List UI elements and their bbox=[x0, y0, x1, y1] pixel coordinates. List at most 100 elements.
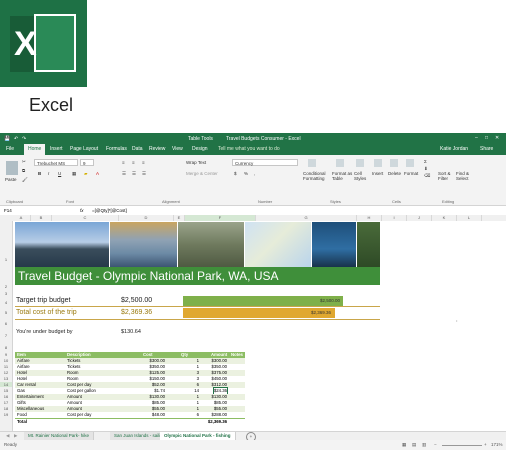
cell-description[interactable]: Tickets bbox=[67, 364, 80, 370]
cell-amount[interactable]: $55.00 bbox=[214, 406, 227, 412]
format-painter-icon[interactable]: 🖌 bbox=[22, 177, 28, 183]
align-top-icon[interactable]: ≡ bbox=[122, 160, 125, 165]
format-cells-button[interactable]: Format bbox=[404, 171, 418, 176]
cell-cost[interactable]: $130.00 bbox=[149, 394, 165, 400]
cell-item[interactable]: Miscellaneous bbox=[17, 406, 44, 412]
prev-sheet-icon[interactable]: ◀ bbox=[6, 433, 9, 439]
sheet-tab-rainier[interactable]: Mt. Rainier National Park- hike bbox=[24, 432, 95, 440]
cell-item[interactable]: Airfare bbox=[17, 364, 30, 370]
format-cells-icon[interactable] bbox=[406, 159, 414, 167]
cell-amount[interactable]: $85.00 bbox=[214, 400, 227, 406]
tab-data[interactable]: Data bbox=[132, 146, 143, 152]
save-icon[interactable]: 💾 bbox=[4, 136, 10, 142]
tab-review[interactable]: Review bbox=[149, 146, 165, 152]
cell-cost[interactable]: $350.00 bbox=[149, 364, 165, 370]
cell-qty[interactable]: 1 bbox=[197, 406, 199, 412]
cell-description[interactable]: Amount bbox=[67, 406, 82, 412]
cell-qty[interactable]: 3 bbox=[197, 376, 199, 382]
font-size-box[interactable]: 9 bbox=[80, 159, 94, 166]
row-header[interactable]: 6 bbox=[0, 321, 12, 326]
cell-item[interactable]: Entertainment bbox=[17, 394, 44, 400]
cell-qty[interactable]: 6 bbox=[197, 412, 199, 418]
cell-amount[interactable]: $130.00 bbox=[211, 394, 227, 400]
wrap-text-button[interactable]: Wrap Text bbox=[186, 160, 206, 165]
autosum-icon[interactable]: Σ bbox=[424, 159, 427, 164]
cell-qty[interactable]: 14 bbox=[194, 388, 199, 394]
cell-cost[interactable]: $150.00 bbox=[149, 376, 165, 382]
tab-page-layout[interactable]: Page Layout bbox=[70, 146, 98, 152]
cell-description[interactable]: Cost per day bbox=[67, 412, 91, 418]
align-right-icon[interactable]: ☰ bbox=[142, 171, 146, 177]
cell-qty[interactable]: 3 bbox=[197, 370, 199, 376]
maximize-icon[interactable]: □ bbox=[485, 135, 488, 141]
header-qty[interactable]: Qty bbox=[181, 352, 188, 358]
page-break-view-icon[interactable]: ▥ bbox=[422, 442, 426, 448]
percent-icon[interactable]: % bbox=[244, 171, 248, 176]
delete-cells-icon[interactable] bbox=[390, 159, 398, 167]
format-as-table-icon[interactable] bbox=[336, 159, 344, 167]
normal-view-icon[interactable]: ▦ bbox=[402, 442, 406, 448]
row-header[interactable]: 18 bbox=[0, 406, 12, 411]
cell-description[interactable]: Cost per gallon bbox=[67, 388, 96, 394]
copy-icon[interactable]: ⧉ bbox=[22, 168, 25, 173]
row-header[interactable]: 15 bbox=[0, 388, 12, 393]
row-header[interactable]: 17 bbox=[0, 400, 12, 405]
zoom-in-icon[interactable]: + bbox=[484, 442, 487, 447]
row-header[interactable]: 4 bbox=[0, 300, 12, 305]
cell-description[interactable]: Cost per day bbox=[67, 382, 91, 388]
cell-amount[interactable]: $350.00 bbox=[211, 364, 227, 370]
cell-amount[interactable]: $375.00 bbox=[211, 370, 227, 376]
insert-cells-button[interactable]: Insert bbox=[372, 171, 383, 176]
row-header[interactable]: 9 bbox=[0, 352, 12, 357]
tab-design[interactable]: Design bbox=[192, 146, 208, 152]
cell-qty[interactable]: 6 bbox=[197, 382, 199, 388]
cell-description[interactable]: Amount bbox=[67, 394, 82, 400]
number-format-box[interactable]: Currency bbox=[232, 159, 298, 166]
header-notes[interactable]: Notes bbox=[231, 352, 243, 358]
underline-icon[interactable]: U bbox=[58, 171, 61, 176]
cell-item[interactable]: Gas bbox=[17, 388, 25, 394]
cell-qty[interactable]: 1 bbox=[197, 358, 199, 364]
cell-item[interactable]: Car rental bbox=[17, 382, 36, 388]
merge-center-button[interactable]: Merge & Center bbox=[186, 171, 218, 176]
row-header[interactable]: 16 bbox=[0, 394, 12, 399]
cell-qty[interactable]: 1 bbox=[197, 394, 199, 400]
row-header[interactable]: 1 bbox=[0, 257, 12, 262]
format-as-table-button[interactable]: Format as Table bbox=[332, 171, 354, 181]
clear-icon[interactable]: ⌫ bbox=[424, 173, 430, 179]
tab-file[interactable]: File bbox=[6, 146, 14, 152]
zoom-out-icon[interactable]: − bbox=[434, 442, 437, 447]
cell-item[interactable]: Hotel bbox=[17, 370, 27, 376]
header-amount[interactable]: Amount bbox=[211, 352, 227, 358]
cell-description[interactable]: Amount bbox=[67, 400, 82, 406]
cell-amount[interactable]: $312.00 bbox=[211, 382, 227, 388]
cell-description[interactable]: Room bbox=[67, 376, 78, 382]
cell-item[interactable]: Gifts bbox=[17, 400, 26, 406]
cut-icon[interactable]: ✂ bbox=[22, 159, 26, 165]
header-item[interactable]: Item bbox=[17, 352, 26, 358]
cell-description[interactable]: Room bbox=[67, 370, 78, 376]
name-box[interactable]: F14 bbox=[4, 208, 12, 213]
zoom-level[interactable]: 171% bbox=[491, 442, 503, 447]
row-header[interactable]: 14 bbox=[0, 382, 12, 387]
minimize-icon[interactable]: – bbox=[475, 135, 478, 141]
cell-cost[interactable]: $55.00 bbox=[152, 406, 165, 412]
cell-amount[interactable]: $450.00 bbox=[211, 376, 227, 382]
cell-cost[interactable]: $125.00 bbox=[149, 370, 165, 376]
tab-insert[interactable]: Insert bbox=[50, 146, 63, 152]
cell-qty[interactable]: 1 bbox=[197, 364, 199, 370]
delete-cells-button[interactable]: Delete bbox=[388, 171, 401, 176]
cell-cost[interactable]: $300.00 bbox=[149, 358, 165, 364]
cell-amount[interactable]: $288.00 bbox=[211, 412, 227, 418]
align-center-icon[interactable]: ☰ bbox=[132, 171, 136, 177]
cell-amount[interactable]: $24.36 bbox=[212, 387, 229, 395]
fx-icon[interactable]: fx bbox=[80, 208, 84, 213]
insert-cells-icon[interactable] bbox=[374, 159, 382, 167]
borders-icon[interactable]: ▦ bbox=[72, 171, 76, 177]
paste-button[interactable]: Paste bbox=[5, 177, 17, 182]
row-header[interactable]: 2 bbox=[0, 284, 12, 289]
worksheet[interactable]: Travel Budget - Olympic National Park, W… bbox=[13, 221, 506, 431]
row-header[interactable]: 13 bbox=[0, 376, 12, 381]
cell-styles-icon[interactable] bbox=[356, 159, 364, 167]
row-header[interactable]: 8 bbox=[0, 345, 12, 350]
